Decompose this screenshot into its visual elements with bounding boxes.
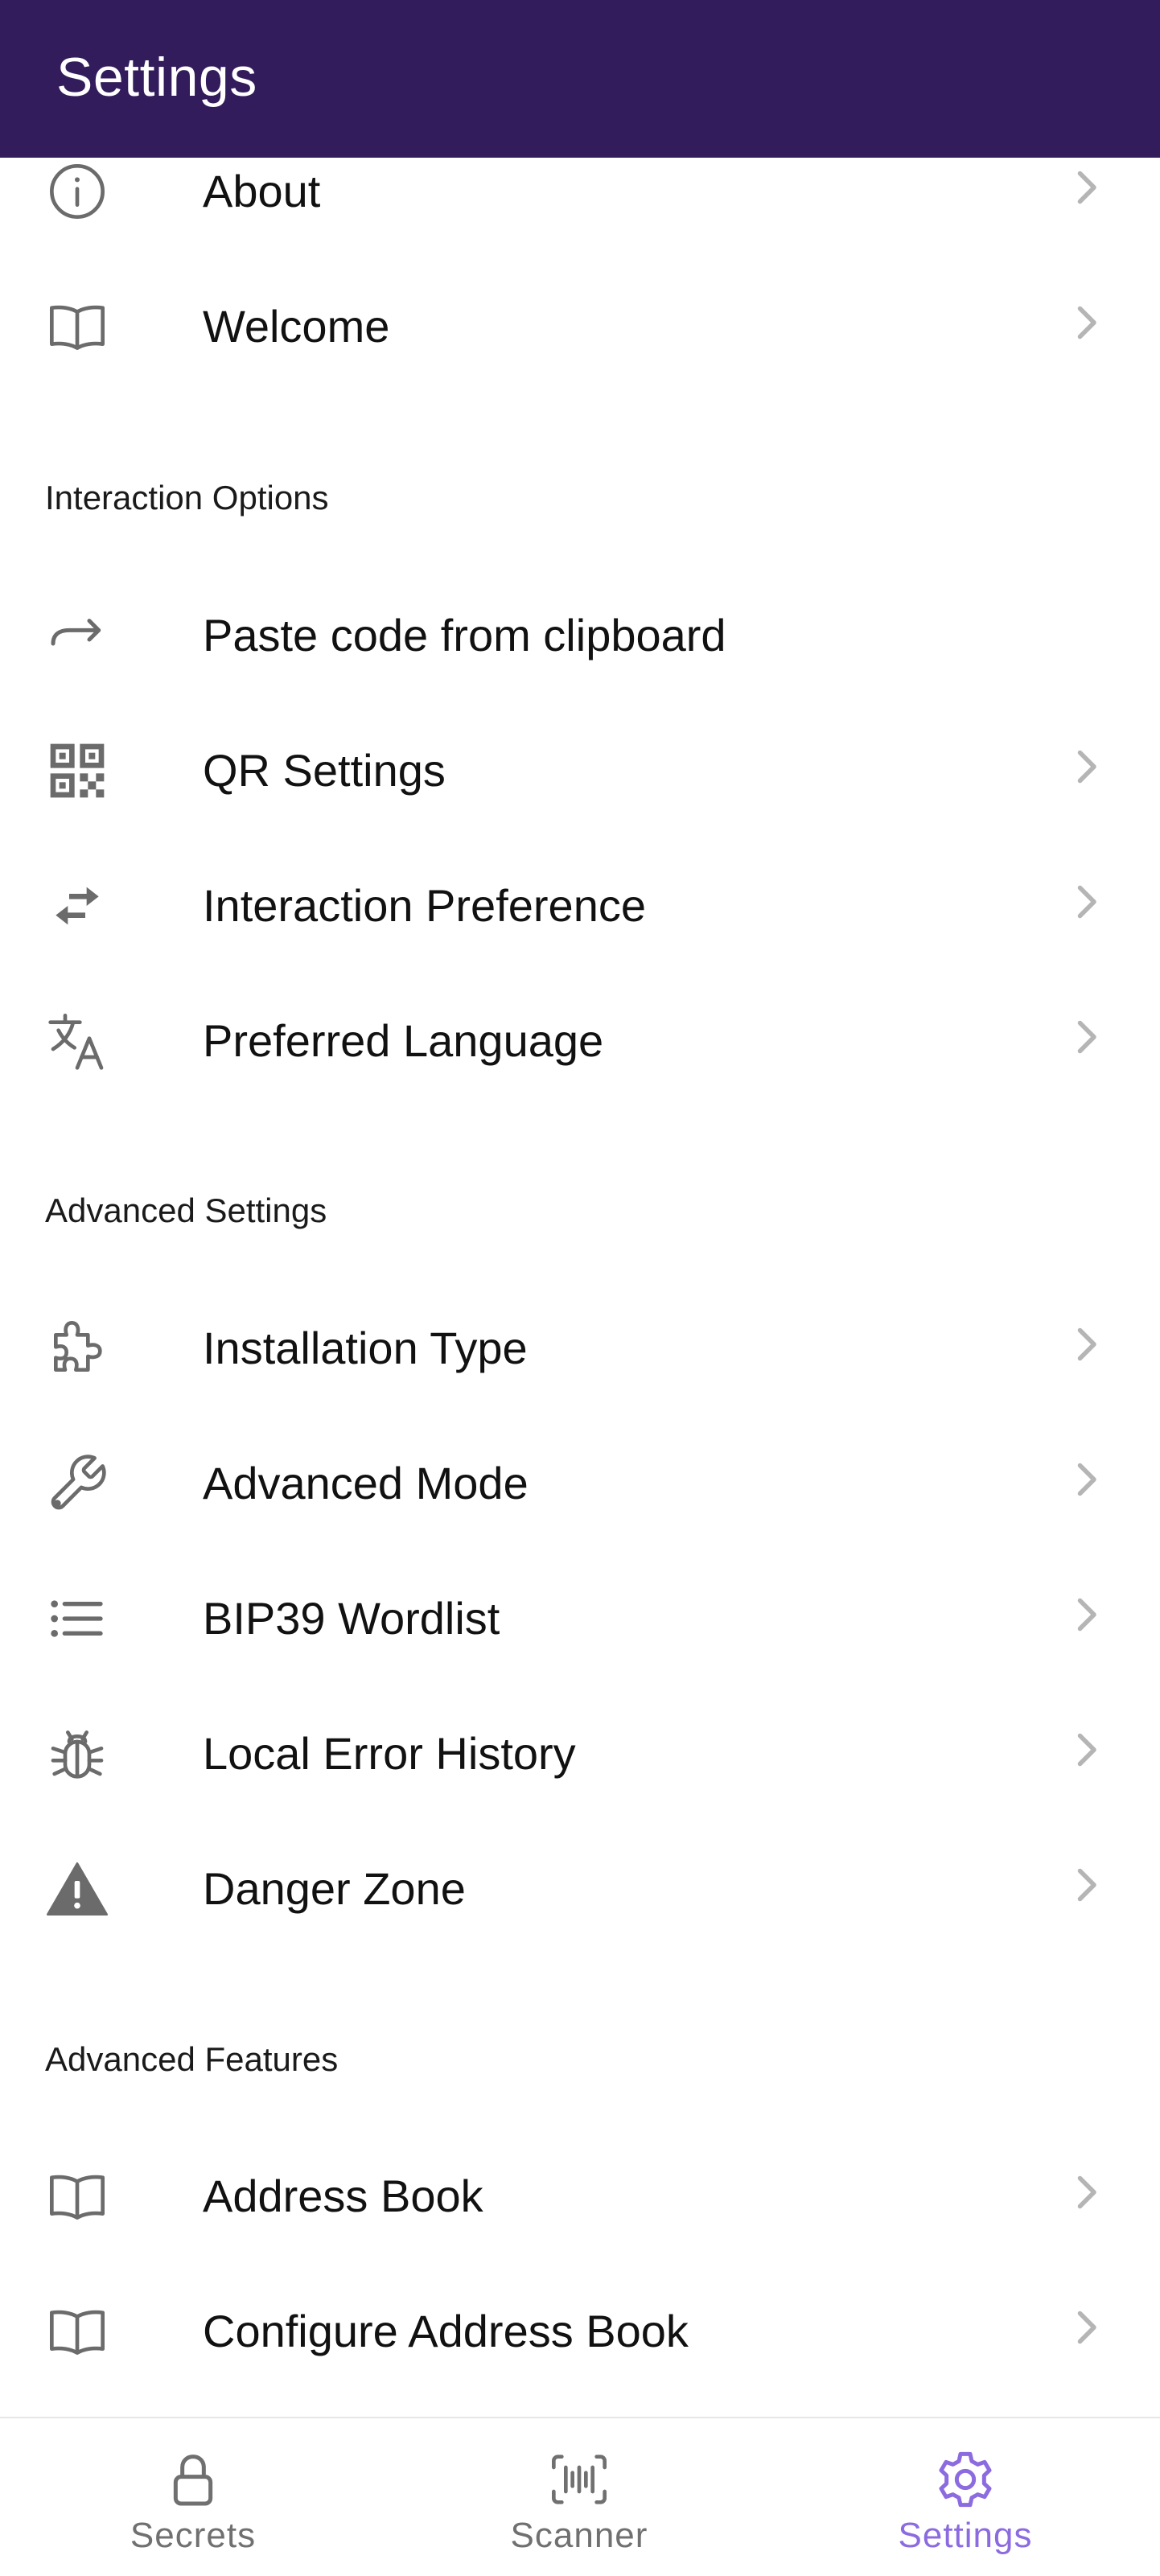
settings-item-label: Interaction Preference: [203, 880, 646, 931]
chevron-right-icon: [1062, 2303, 1110, 2352]
settings-item-label: Configure Address Book: [203, 2306, 689, 2356]
settings-item-configure-address-book[interactable]: Configure Address Book: [0, 2267, 1160, 2388]
chevron-right-icon: [1062, 163, 1110, 212]
warning-icon: [45, 1857, 109, 1921]
settings-item-advanced-mode[interactable]: Advanced Mode: [0, 1419, 1160, 1540]
bottom-nav: Secrets Scanner Settings: [0, 2417, 1160, 2576]
tab-label: Scanner: [510, 2516, 648, 2555]
chevron-right-icon: [1062, 743, 1110, 791]
settings-item-label: Welcome: [203, 301, 390, 352]
tab-label: Settings: [898, 2516, 1033, 2555]
chevron-right-icon: [1062, 1590, 1110, 1639]
settings-item-label: About: [203, 166, 321, 216]
chevron-right-icon: [1062, 1861, 1110, 1909]
chevron-right-icon: [1062, 1726, 1110, 1774]
chevron-right-icon: [1062, 878, 1110, 926]
section-header-interaction-options: Interaction Options: [45, 479, 329, 516]
settings-item-label: Advanced Mode: [203, 1458, 529, 1508]
settings-screen: About Welcome Interaction Options Paste …: [0, 0, 1160, 2576]
tab-scanner[interactable]: Scanner: [386, 2418, 772, 2576]
section-header-advanced-features: Advanced Features: [45, 2040, 339, 2078]
settings-item-label: Danger Zone: [203, 1863, 466, 1914]
settings-item-label: BIP39 Wordlist: [203, 1593, 500, 1644]
settings-item-installation-type[interactable]: Installation Type: [0, 1284, 1160, 1405]
settings-item-welcome[interactable]: Welcome: [0, 262, 1160, 383]
chevron-right-icon: [1062, 298, 1110, 347]
settings-item-label: Address Book: [203, 2171, 483, 2221]
settings-item-label: Local Error History: [203, 1728, 576, 1779]
translate-icon: [45, 1009, 109, 1073]
info-icon: [45, 159, 109, 224]
forward-arrow-icon: [45, 603, 109, 668]
settings-item-paste-code[interactable]: Paste code from clipboard: [0, 571, 1160, 692]
bug-icon: [45, 1722, 109, 1786]
settings-item-danger-zone[interactable]: Danger Zone: [0, 1825, 1160, 1945]
tab-secrets[interactable]: Secrets: [0, 2418, 386, 2576]
book-icon: [45, 2164, 109, 2228]
settings-item-qr-settings[interactable]: QR Settings: [0, 706, 1160, 827]
gear-icon: [933, 2447, 998, 2512]
page-title: Settings: [56, 47, 257, 108]
settings-list[interactable]: About Welcome Interaction Options Paste …: [0, 0, 1160, 2417]
chevron-right-icon: [1062, 1455, 1110, 1504]
swap-arrows-icon: [45, 874, 109, 938]
settings-item-label: Paste code from clipboard: [203, 610, 726, 660]
barcode-scanner-icon: [547, 2447, 611, 2512]
lock-icon: [161, 2447, 225, 2512]
chevron-right-icon: [1062, 1013, 1110, 1061]
settings-item-bip39-wordlist[interactable]: BIP39 Wordlist: [0, 1554, 1160, 1675]
tab-label: Secrets: [130, 2516, 257, 2555]
chevron-right-icon: [1062, 1320, 1110, 1368]
settings-item-label: QR Settings: [203, 745, 446, 796]
puzzle-icon: [45, 1316, 109, 1381]
settings-item-local-error-history[interactable]: Local Error History: [0, 1689, 1160, 1810]
list-icon: [45, 1586, 109, 1651]
app-bar: Settings: [0, 0, 1160, 158]
qr-code-icon: [45, 739, 109, 803]
settings-item-interaction-preference[interactable]: Interaction Preference: [0, 842, 1160, 962]
settings-item-label: Installation Type: [203, 1323, 528, 1373]
chevron-right-icon: [1062, 2168, 1110, 2216]
book-icon: [45, 294, 109, 359]
settings-item-address-book[interactable]: Address Book: [0, 2132, 1160, 2253]
wrench-icon: [45, 1451, 109, 1516]
book-icon: [45, 2299, 109, 2364]
settings-item-preferred-language[interactable]: Preferred Language: [0, 977, 1160, 1097]
section-header-advanced-settings: Advanced Settings: [45, 1191, 327, 1229]
tab-settings[interactable]: Settings: [772, 2418, 1158, 2576]
settings-item-label: Preferred Language: [203, 1015, 604, 1066]
